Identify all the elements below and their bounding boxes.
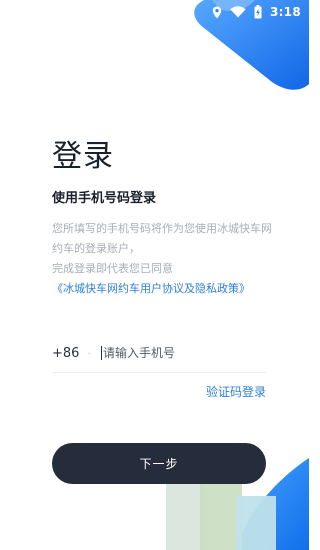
policy-link[interactable]: 《冰城快车网约车用户协议及隐私政策》 [52,279,274,299]
page-title: 登录 [52,139,114,174]
country-code-separator: · [87,346,91,360]
status-time: 3:18 [269,5,301,19]
country-code-selector[interactable]: +86 [52,346,79,361]
location-icon [212,6,222,19]
notice-line-2: 完成登录即代表您已同意 [52,262,173,275]
verification-code-login-link[interactable]: 验证码登录 [206,383,266,400]
next-step-button[interactable]: 下一步 [52,443,266,484]
wifi-icon [230,6,246,18]
phone-input[interactable] [100,346,233,360]
battery-charging-icon [254,5,262,19]
login-notice: 您所填写的手机号码将作为您使用冰城快车网约车的登录账户， 完成登录即代表您已同意… [52,219,274,299]
page-subtitle: 使用手机号码登录 [52,191,157,206]
status-bar: 3:18 [212,3,301,21]
notice-line-1: 您所填写的手机号码将作为您使用冰城快车网约车的登录账户， [52,222,272,255]
phone-input-row: +86 · [52,334,266,373]
